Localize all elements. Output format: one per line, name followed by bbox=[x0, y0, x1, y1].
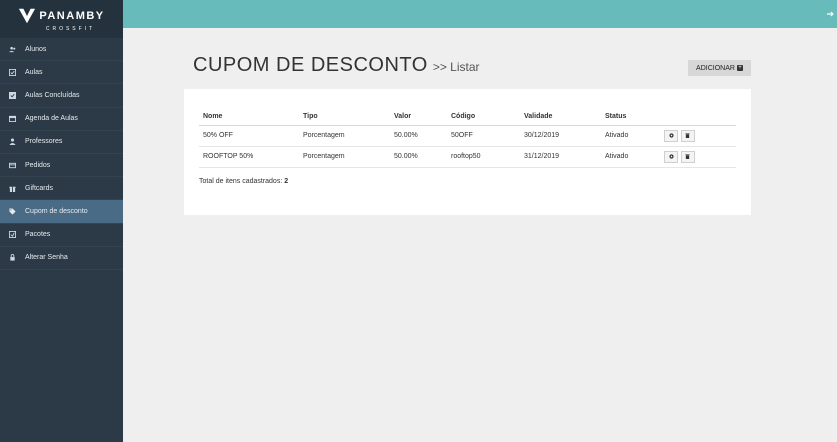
sidebar-item-label: Pedidos bbox=[25, 161, 51, 169]
sidebar-item-label: Agenda de Aulas bbox=[25, 115, 78, 123]
lock-icon bbox=[8, 254, 16, 262]
cell-codigo: 50OFF bbox=[447, 125, 520, 147]
total-label: Total de itens cadastrados: bbox=[199, 178, 283, 185]
header-validade: Validade bbox=[520, 109, 601, 126]
cell-nome: ROOFTOP 50% bbox=[199, 146, 299, 168]
cell-validade: 31/12/2019 bbox=[520, 146, 601, 168]
page-title: CUPOM DE DESCONTO bbox=[193, 54, 428, 76]
edit-button[interactable] bbox=[664, 150, 678, 163]
cell-valor: 50.00% bbox=[390, 146, 447, 168]
delete-button[interactable] bbox=[680, 150, 695, 163]
sidebar-item-aulas[interactable]: Aulas bbox=[0, 61, 123, 85]
coupon-list-card: Nome Tipo Valor Código Validade Status 5… bbox=[184, 89, 751, 215]
sidebar-item-pedidos[interactable]: Pedidos bbox=[0, 154, 123, 178]
tag-icon bbox=[8, 207, 16, 215]
sidebar-item-label: Alunos bbox=[25, 45, 47, 53]
sidebar-item-label: Cupom de desconto bbox=[25, 207, 88, 215]
top-bar bbox=[123, 0, 837, 28]
gear-icon bbox=[668, 133, 674, 138]
row-actions bbox=[660, 146, 736, 168]
total-value: 2 bbox=[284, 178, 289, 185]
header-status: Status bbox=[601, 109, 660, 126]
brand-mark-icon bbox=[19, 8, 36, 23]
user-icon bbox=[8, 138, 16, 146]
header-nome: Nome bbox=[199, 109, 299, 126]
package-icon bbox=[8, 231, 16, 239]
page-subtitle: >> Listar bbox=[432, 60, 480, 74]
trash-icon bbox=[685, 154, 691, 159]
sidebar-item-label: Pacotes bbox=[25, 231, 51, 239]
gear-icon bbox=[668, 154, 674, 159]
brand-logo[interactable]: PANAMBY CROSSFIT bbox=[0, 0, 123, 38]
cell-codigo: rooftop50 bbox=[447, 146, 520, 168]
sidebar-item-agenda[interactable]: Agenda de Aulas bbox=[0, 108, 123, 131]
trash-icon bbox=[685, 133, 691, 138]
row-actions bbox=[660, 125, 736, 147]
gift-icon bbox=[8, 184, 16, 192]
cell-status: Ativado bbox=[601, 146, 660, 168]
total-count: Total de itens cadastrados: 2 bbox=[199, 178, 288, 185]
brand-sub: CROSSFIT bbox=[45, 25, 96, 32]
table-header-row: Nome Tipo Valor Código Validade Status bbox=[199, 109, 736, 126]
add-button-label: ADICIONAR bbox=[696, 64, 735, 72]
sidebar-nav: Alunos Aulas Aulas Concluídas Agenda de … bbox=[0, 38, 123, 270]
sidebar-item-label: Aulas Concluídas bbox=[25, 91, 80, 99]
cell-tipo: Porcentagem bbox=[299, 125, 390, 147]
brand-name: PANAMBY bbox=[39, 9, 105, 22]
sidebar-item-label: Giftcards bbox=[25, 184, 54, 192]
add-button[interactable]: ADICIONAR + bbox=[688, 60, 751, 76]
header-codigo: Código bbox=[447, 109, 520, 126]
users-icon bbox=[8, 45, 16, 53]
cell-tipo: Porcentagem bbox=[299, 146, 390, 168]
cell-validade: 30/12/2019 bbox=[520, 125, 601, 147]
sidebar-item-alterar-senha[interactable]: Alterar Senha bbox=[0, 247, 123, 270]
sidebar-item-label: Alterar Senha bbox=[25, 254, 68, 262]
sidebar-item-aulas-concluidas[interactable]: Aulas Concluídas bbox=[0, 84, 123, 108]
cell-nome: 50% OFF bbox=[199, 125, 299, 147]
sidebar-item-label: Aulas bbox=[25, 68, 43, 76]
check-square-icon bbox=[8, 68, 16, 76]
edit-button[interactable] bbox=[664, 129, 678, 142]
header-tipo: Tipo bbox=[299, 109, 390, 126]
table-row: 50% OFF Porcentagem 50.00% 50OFF 30/12/2… bbox=[199, 125, 736, 147]
delete-button[interactable] bbox=[680, 129, 695, 142]
cell-status: Ativado bbox=[601, 125, 660, 147]
sidebar-item-professores[interactable]: Professores bbox=[0, 131, 123, 154]
table-row: ROOFTOP 50% Porcentagem 50.00% rooftop50… bbox=[199, 146, 736, 168]
calendar-icon bbox=[8, 115, 16, 123]
header-actions bbox=[660, 109, 736, 126]
sidebar-item-label: Professores bbox=[25, 138, 63, 146]
checkbox-icon bbox=[8, 91, 16, 99]
logout-icon[interactable] bbox=[827, 10, 835, 18]
cell-valor: 50.00% bbox=[390, 125, 447, 147]
header-valor: Valor bbox=[390, 109, 447, 126]
coupon-table: Nome Tipo Valor Código Validade Status 5… bbox=[199, 109, 736, 168]
sidebar-item-cupom[interactable]: Cupom de desconto bbox=[0, 200, 123, 224]
credit-card-icon bbox=[8, 161, 16, 169]
plus-icon: + bbox=[736, 65, 743, 71]
sidebar-item-alunos[interactable]: Alunos bbox=[0, 38, 123, 62]
sidebar: PANAMBY CROSSFIT Alunos Aulas Aulas Conc… bbox=[0, 0, 123, 442]
page-heading: CUPOM DE DESCONTO >> Listar bbox=[193, 54, 480, 77]
sidebar-item-giftcards[interactable]: Giftcards bbox=[0, 177, 123, 201]
sidebar-item-pacotes[interactable]: Pacotes bbox=[0, 224, 123, 247]
